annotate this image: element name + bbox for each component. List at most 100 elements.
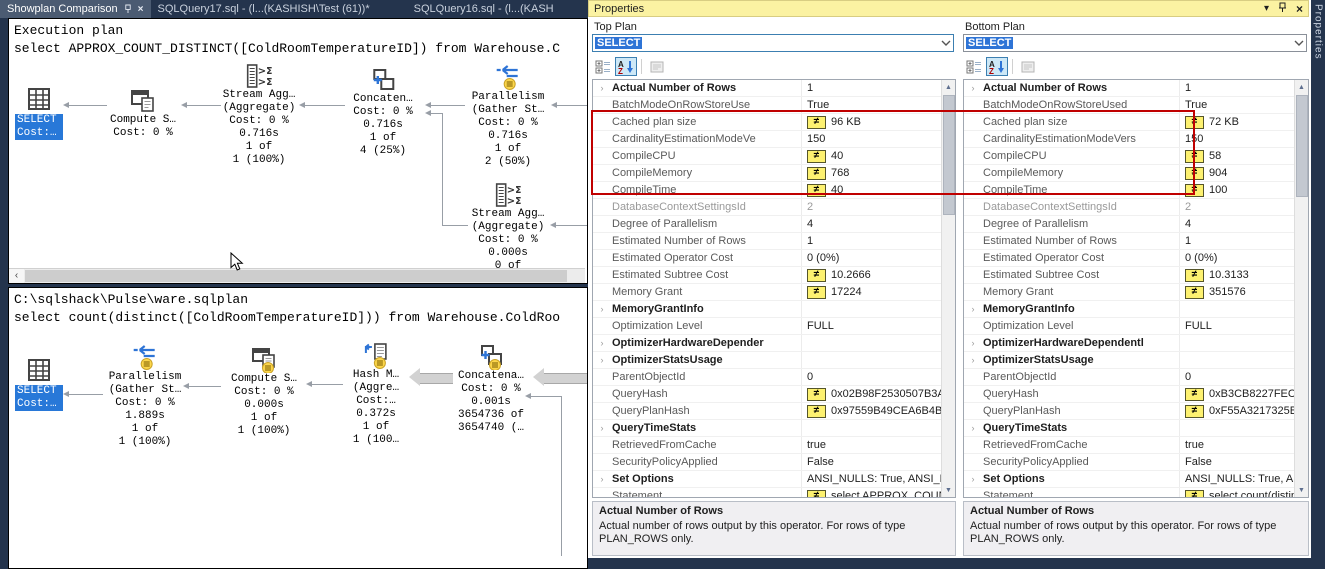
property-row[interactable]: ›Actual Number of Rows1 bbox=[593, 80, 955, 97]
expand-arrow-icon[interactable]: › bbox=[593, 423, 611, 433]
property-row[interactable]: SecurityPolicyAppliedFalse bbox=[593, 454, 955, 471]
scrollbar-thumb[interactable] bbox=[1296, 95, 1308, 197]
scroll-down-icon[interactable]: ▼ bbox=[1295, 483, 1308, 497]
scrollbar-thumb[interactable] bbox=[943, 95, 955, 215]
property-row[interactable]: CompileTime≠100 bbox=[964, 182, 1308, 199]
property-row[interactable]: CompileCPU≠40 bbox=[593, 148, 955, 165]
property-row[interactable]: Cached plan size≠96 KB bbox=[593, 114, 955, 131]
top-plan-node-selector[interactable]: SELECT bbox=[592, 34, 954, 52]
expand-arrow-icon[interactable]: › bbox=[593, 304, 611, 314]
property-row[interactable]: Estimated Subtree Cost≠10.2666 bbox=[593, 267, 955, 284]
property-row[interactable]: Estimated Number of Rows1 bbox=[964, 233, 1308, 250]
alphabetical-sort-icon[interactable]: AZ bbox=[615, 57, 637, 76]
expand-arrow-icon[interactable]: › bbox=[593, 474, 611, 484]
plan-node-concatenation-parallel[interactable]: Concatena…Cost: 0 %0.001s3654736 of36547… bbox=[458, 344, 524, 435]
property-row[interactable]: BatchModeOnRowStoreUseTrue bbox=[593, 97, 955, 114]
plan-node-parallelism[interactable]: Parallelism(Gather St…Cost: 0 %1.889s1 o… bbox=[109, 345, 182, 449]
categorized-icon[interactable] bbox=[963, 57, 985, 76]
property-row[interactable]: CompileCPU≠58 bbox=[964, 148, 1308, 165]
property-row[interactable]: CompileMemory≠904 bbox=[964, 165, 1308, 182]
property-row[interactable]: Degree of Parallelism4 bbox=[964, 216, 1308, 233]
property-row[interactable]: ›Actual Number of Rows1 bbox=[964, 80, 1308, 97]
property-row[interactable]: ›OptimizerStatsUsage bbox=[593, 352, 955, 369]
expand-arrow-icon[interactable]: › bbox=[964, 423, 982, 433]
property-row[interactable]: Memory Grant≠351576 bbox=[964, 284, 1308, 301]
expand-arrow-icon[interactable]: › bbox=[964, 355, 982, 365]
property-row[interactable]: Optimization LevelFULL bbox=[593, 318, 955, 335]
property-row[interactable]: RetrievedFromCachetrue bbox=[964, 437, 1308, 454]
close-icon[interactable]: × bbox=[1296, 4, 1303, 14]
property-row[interactable]: Estimated Number of Rows1 bbox=[593, 233, 955, 250]
property-row[interactable]: ›Set OptionsANSI_NULLS: True, ANSI_PADDI… bbox=[964, 471, 1308, 488]
scroll-down-icon[interactable]: ▼ bbox=[942, 483, 955, 497]
pin-icon[interactable] bbox=[124, 4, 132, 14]
property-row[interactable]: SecurityPolicyAppliedFalse bbox=[964, 454, 1308, 471]
property-row[interactable]: ›OptimizerHardwareDepender bbox=[593, 335, 955, 352]
property-row[interactable]: ›MemoryGrantInfo bbox=[964, 301, 1308, 318]
categorized-icon[interactable] bbox=[592, 57, 614, 76]
property-row[interactable]: Optimization LevelFULL bbox=[964, 318, 1308, 335]
property-row[interactable]: ParentObjectId0 bbox=[593, 369, 955, 386]
property-row[interactable]: ›MemoryGrantInfo bbox=[593, 301, 955, 318]
property-row[interactable]: Estimated Operator Cost0 (0%) bbox=[593, 250, 955, 267]
property-row[interactable]: QueryHash≠0x02B98F2530507B3A bbox=[593, 386, 955, 403]
vertical-scrollbar[interactable]: ▲ ▼ bbox=[941, 80, 955, 497]
property-row[interactable]: ›QueryTimeStats bbox=[964, 420, 1308, 437]
property-row[interactable]: BatchModeOnRowStoreUsedTrue bbox=[964, 97, 1308, 114]
tab-1[interactable]: Showplan Comparison× bbox=[0, 0, 151, 18]
property-row[interactable]: DatabaseContextSettingsId2 bbox=[593, 199, 955, 216]
property-row[interactable]: DatabaseContextSettingsId2 bbox=[964, 199, 1308, 216]
property-row[interactable]: Estimated Subtree Cost≠10.3133 bbox=[964, 267, 1308, 284]
property-row[interactable]: Statement≠select APPROX_COUNT_DIS bbox=[593, 488, 955, 498]
plan-node-select[interactable]: SELECTCost:… bbox=[15, 86, 63, 140]
collapsed-properties-tab[interactable]: Properties bbox=[1311, 0, 1325, 569]
close-icon[interactable]: × bbox=[138, 4, 144, 15]
property-row[interactable]: CompileMemory≠768 bbox=[593, 165, 955, 182]
property-row[interactable]: Memory Grant≠17224 bbox=[593, 284, 955, 301]
property-row[interactable]: ›OptimizerHardwareDependentl bbox=[964, 335, 1308, 352]
scroll-up-icon[interactable]: ▲ bbox=[1295, 80, 1308, 94]
property-row[interactable]: ›Set OptionsANSI_NULLS: True, ANSI_PADDI… bbox=[593, 471, 955, 488]
property-row[interactable]: ParentObjectId0 bbox=[964, 369, 1308, 386]
vertical-scrollbar[interactable]: ▲ ▼ bbox=[1294, 80, 1308, 497]
window-position-chevron-icon[interactable]: ▾ bbox=[1264, 4, 1269, 14]
plan-node-compute-scalar[interactable]: Compute S…Cost: 0 % bbox=[110, 88, 176, 140]
tab-2[interactable]: SQLQuery17.sql - (l...(KASHISH\Test (61)… bbox=[151, 0, 377, 18]
scroll-up-icon[interactable]: ▲ bbox=[942, 80, 955, 94]
property-row[interactable]: CardinalityEstimationModeVers150 bbox=[964, 131, 1308, 148]
tab-3[interactable]: SQLQuery16.sql - (l...(KASH bbox=[407, 0, 561, 18]
property-row[interactable]: ›QueryTimeStats bbox=[593, 420, 955, 437]
pin-icon[interactable] bbox=[1278, 2, 1287, 16]
expand-arrow-icon[interactable]: › bbox=[593, 355, 611, 365]
horizontal-scrollbar[interactable]: ‹ bbox=[9, 268, 585, 283]
property-row[interactable]: RetrievedFromCachetrue bbox=[593, 437, 955, 454]
property-row[interactable]: Statement≠select count(distinct([ColdRoo… bbox=[964, 488, 1308, 498]
scroll-left-button[interactable]: ‹ bbox=[9, 269, 24, 283]
property-row[interactable]: QueryHash≠0xB3CB8227FECBE578 bbox=[964, 386, 1308, 403]
plan-node-concatenation[interactable]: Concaten…Cost: 0 %0.716s1 of4 (25%) bbox=[353, 67, 412, 158]
expand-arrow-icon[interactable]: › bbox=[964, 474, 982, 484]
expand-arrow-icon[interactable]: › bbox=[964, 304, 982, 314]
expand-arrow-icon[interactable]: › bbox=[964, 338, 982, 348]
plan-node-stream-aggregate[interactable]: >Σ>ΣStream Agg…(Aggregate)Cost: 0 %0.716… bbox=[223, 63, 296, 167]
plan-node-compute-scalar-parallel[interactable]: Compute S…Cost: 0 %0.000s1 of1 (100%) bbox=[231, 347, 297, 438]
properties-panel: Properties ▾ × Top Plan SELECT AZ ›Actua… bbox=[588, 0, 1311, 558]
property-row[interactable]: CardinalityEstimationModeVe150 bbox=[593, 131, 955, 148]
property-row[interactable]: ›OptimizerStatsUsage bbox=[964, 352, 1308, 369]
plan-node-stream-aggregate[interactable]: >Σ>ΣStream Agg…(Aggregate)Cost: 0 %0.000… bbox=[472, 182, 545, 273]
plan-node-select[interactable]: SELECTCost:… bbox=[15, 357, 63, 411]
plan-node-parallelism[interactable]: Parallelism(Gather St…Cost: 0 %0.716s1 o… bbox=[472, 65, 545, 169]
property-row[interactable]: Estimated Operator Cost0 (0%) bbox=[964, 250, 1308, 267]
property-row[interactable]: Degree of Parallelism4 bbox=[593, 216, 955, 233]
expand-arrow-icon[interactable]: › bbox=[593, 83, 611, 93]
plan-node-hash-match[interactable]: Hash M…(Aggre…Cost:…0.372s1 of1 (100… bbox=[353, 343, 399, 447]
expand-arrow-icon[interactable]: › bbox=[593, 338, 611, 348]
scrollbar-thumb[interactable] bbox=[25, 270, 567, 282]
expand-arrow-icon[interactable]: › bbox=[964, 83, 982, 93]
bottom-plan-node-selector[interactable]: SELECT bbox=[963, 34, 1307, 52]
property-row[interactable]: QueryPlanHash≠0x97559B49CEA6B4B9 bbox=[593, 403, 955, 420]
property-row[interactable]: QueryPlanHash≠0xF55A3217325B5EF2 bbox=[964, 403, 1308, 420]
property-row[interactable]: CompileTime≠40 bbox=[593, 182, 955, 199]
property-row[interactable]: Cached plan size≠72 KB bbox=[964, 114, 1308, 131]
alphabetical-sort-icon[interactable]: AZ bbox=[986, 57, 1008, 76]
